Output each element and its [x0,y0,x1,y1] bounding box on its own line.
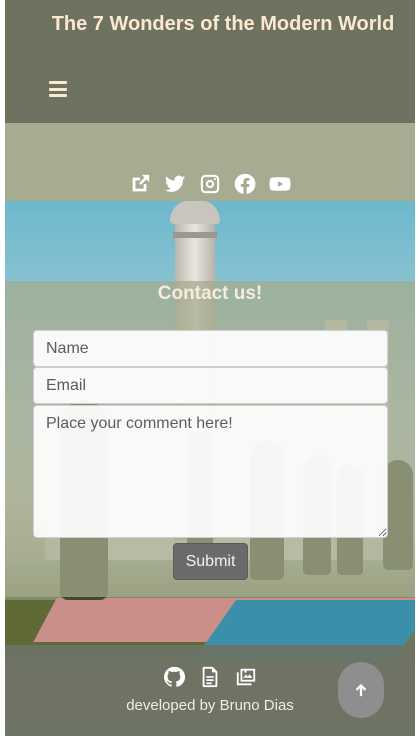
github-icon[interactable] [162,666,186,688]
hamburger-bar [49,81,67,84]
youtube-icon[interactable] [268,173,292,195]
instagram-icon[interactable] [198,173,222,195]
email-field[interactable] [33,367,388,404]
name-field[interactable] [33,330,388,367]
arrow-up-icon [355,683,367,697]
social-links [0,173,420,195]
hamburger-bar [49,94,67,97]
document-icon[interactable] [198,666,222,688]
submit-button[interactable]: Submit [173,543,248,580]
hamburger-menu-icon[interactable] [49,81,67,97]
contact-title: Contact us! [157,283,263,304]
comment-field[interactable] [33,405,388,538]
twitter-icon[interactable] [163,173,187,195]
hamburger-bar [49,87,67,91]
site-header: The 7 Wonders of the Modern World [5,0,415,123]
page-title: The 7 Wonders of the Modern World [51,13,395,35]
facebook-icon[interactable] [233,173,257,195]
scroll-to-top-button[interactable] [338,662,384,718]
external-link-icon[interactable] [128,173,152,195]
gallery-icon[interactable] [234,666,258,688]
minaret-cap [170,200,220,224]
minaret-band [173,232,217,238]
